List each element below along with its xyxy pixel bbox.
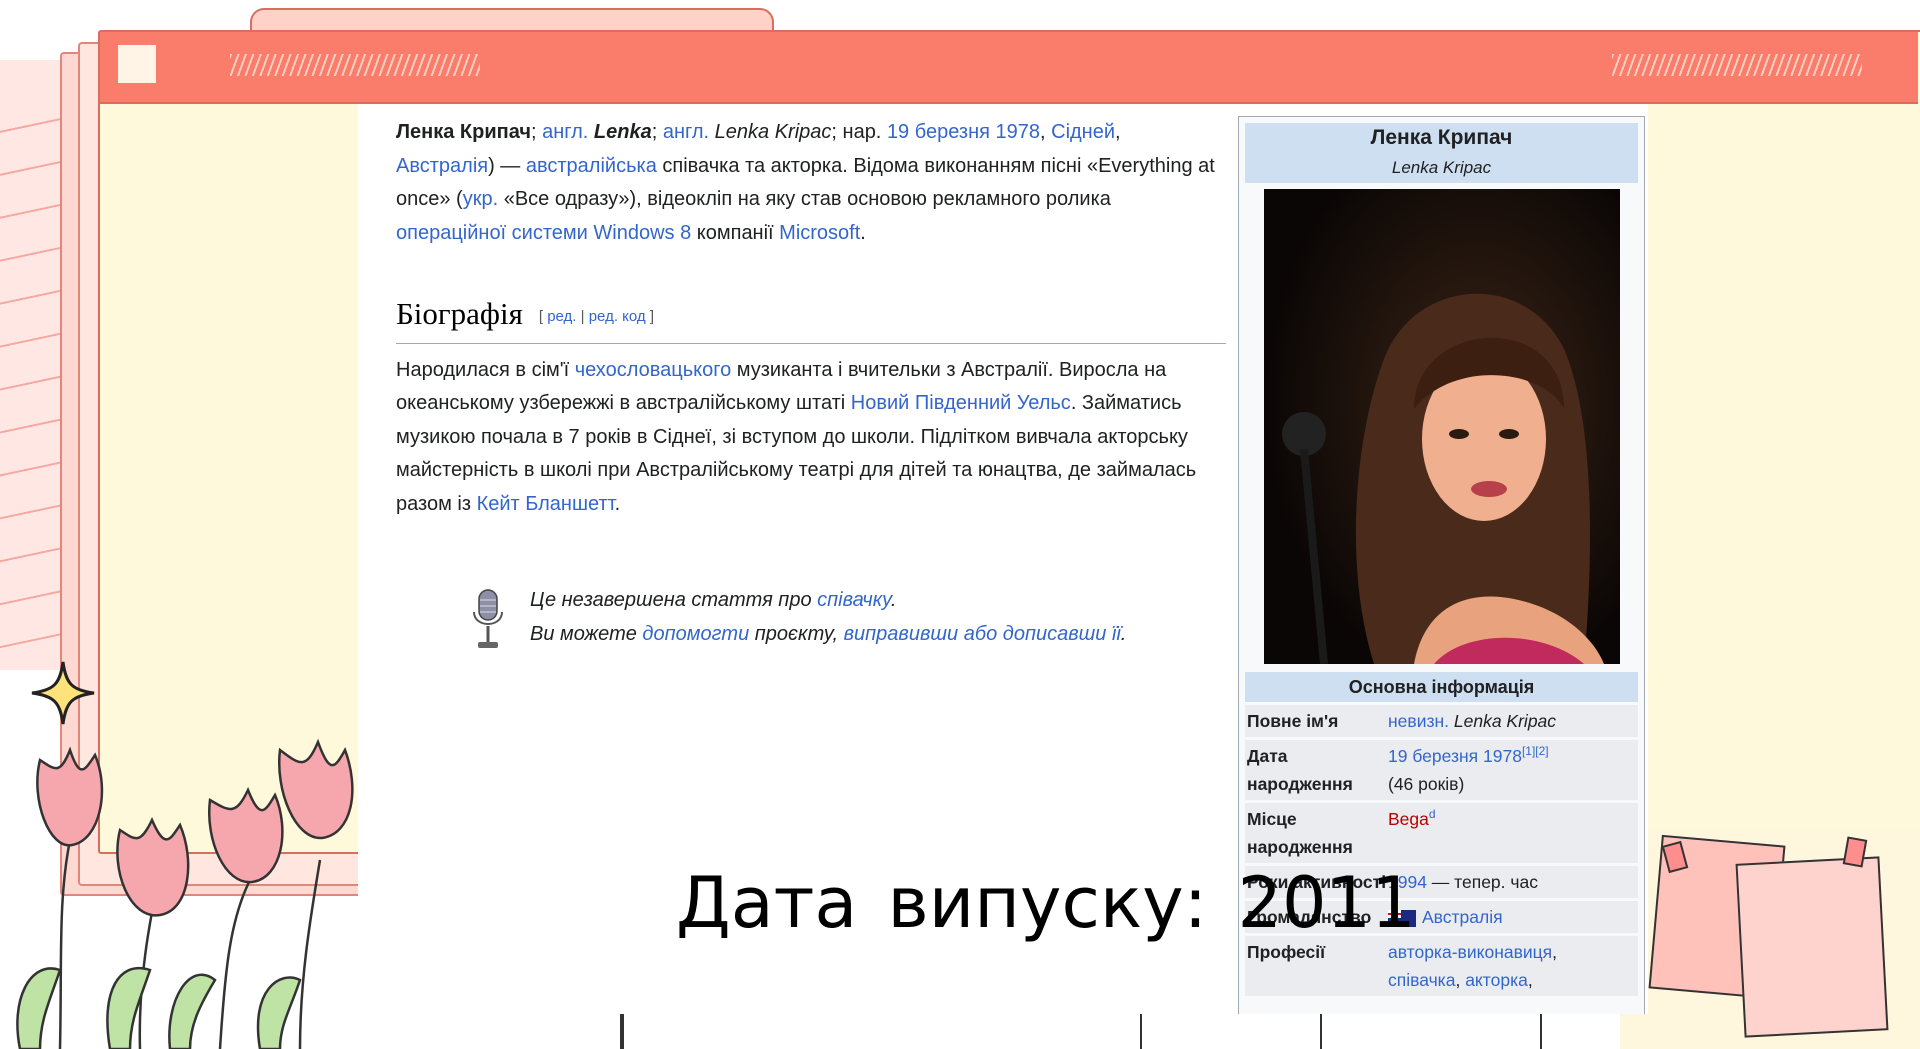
text: . (890, 589, 897, 611)
text: | (576, 307, 589, 325)
text: , (1527, 970, 1533, 990)
infobox-row-full-name: Повне ім'я невизн. Lenka Kripac (1245, 705, 1638, 737)
row-label: Місце народження (1247, 809, 1353, 857)
deco-line-1 (1140, 1010, 1142, 1049)
text: . (614, 492, 621, 515)
text: ; (651, 121, 663, 143)
text: , (1455, 970, 1466, 990)
heading-text: Біографія (396, 296, 523, 331)
stub-line-1: Це незавершена стаття про співачку. (530, 584, 1230, 618)
text: , (1115, 121, 1121, 143)
microsoft-link[interactable]: Microsoft (779, 222, 860, 244)
deco-line-4 (620, 1014, 624, 1049)
lang-english-link[interactable]: англ. (542, 121, 588, 143)
infobox-row-birth-date: Дата народження 19 березня 1978[1][2] (46… (1245, 740, 1638, 800)
edit-links: [ ред. | ред. код ] (539, 308, 654, 325)
text: ) — (488, 154, 526, 177)
article-body: Ленка Крипач; англ. Lenka; англ. Lenka K… (396, 116, 1226, 521)
text: , (1040, 121, 1052, 143)
row-value: Австралія (1388, 901, 1638, 933)
deco-line-2 (1320, 1010, 1322, 1049)
edit-link[interactable]: ред. (547, 308, 576, 325)
australian-link[interactable]: австралійська (526, 155, 657, 177)
sparkle-icon (31, 661, 95, 725)
singer-link[interactable]: співачку (817, 589, 891, 611)
text: ; (530, 121, 543, 143)
row-value: 1994 — тепер. час (1388, 866, 1638, 898)
text: Lenka Kripac (1449, 711, 1557, 731)
sticky-note-2 (1735, 856, 1889, 1038)
hatch-decoration-left (230, 54, 480, 76)
text: ] (645, 307, 655, 325)
reference-links[interactable]: [1][2] (1522, 744, 1549, 758)
deco-line-3 (1540, 1010, 1542, 1049)
infobox-subtitle: Lenka Kripac (1245, 153, 1638, 183)
lead-paragraph: Ленка Крипач; англ. Lenka; англ. Lenka K… (396, 116, 1226, 250)
row-value: Begad (1388, 803, 1638, 863)
hatch-decoration-right (1612, 54, 1862, 76)
text: , (1552, 942, 1558, 962)
microphone-icon (473, 589, 503, 648)
row-value: 19 березня 1978[1][2] (46 років) (1388, 740, 1638, 800)
infobox-section-header: Основна інформація (1245, 672, 1638, 702)
text: Народилася в сім'ї (396, 358, 575, 381)
row-value: авторка-виконавиця, співачка, акторка, (1388, 936, 1638, 996)
text: проєкту, (749, 622, 844, 645)
row-value: невизн. Lenka Kripac (1388, 705, 1638, 737)
subject-name: Ленка Крипач (396, 121, 531, 143)
text: компанії (691, 221, 780, 244)
text: Ви можете (530, 622, 643, 645)
square-icon (118, 45, 156, 83)
text: — тепер. час (1426, 872, 1538, 892)
stub-text: Це незавершена стаття про співачку. Ви м… (530, 584, 1230, 651)
full-name-english: Lenka Kripac (714, 121, 832, 143)
wikidata-link[interactable]: d (1429, 807, 1436, 821)
windows-8-link[interactable]: операційної системи Windows 8 (396, 222, 691, 244)
text: ; нар. (831, 121, 887, 143)
release-date-caption: Дата випуску: 2011 (676, 862, 1416, 944)
edit-article-link[interactable]: виправивши або дописавши її (844, 623, 1121, 645)
name-english: Lenka (593, 121, 652, 143)
text: Це незавершена стаття про (530, 589, 818, 611)
edit-source-link[interactable]: ред. код (589, 308, 646, 325)
birth-date-link[interactable]: 19 березня 1978 (887, 121, 1040, 143)
cate-blanchett-link[interactable]: Кейт Бланшетт (477, 493, 615, 515)
text: [ (538, 307, 548, 325)
help-link[interactable]: допомогти (642, 623, 749, 645)
czechoslovak-link[interactable]: чехословацького (575, 359, 732, 381)
new-south-wales-link[interactable]: Новий Південний Уельс (851, 392, 1071, 414)
infobox-title: Ленка Крипач (1245, 123, 1638, 153)
age: (46 років) (1388, 774, 1465, 794)
bega-link[interactable]: Bega (1388, 809, 1429, 829)
infobox-row-birth-place: Місце народження Begad (1245, 803, 1638, 863)
row-label: Дата народження (1247, 746, 1353, 794)
stub-line-2: Ви можете допомогти проєкту, виправивши … (530, 618, 1230, 652)
lang-ukrainian-link[interactable]: укр. (463, 188, 498, 210)
sydney-link[interactable]: Сідней (1051, 121, 1115, 143)
row-label: Повне ім'я (1247, 711, 1339, 731)
profession-link[interactable]: співачка (1388, 970, 1455, 990)
biography-heading: Біографія [ ред. | ред. код ] (396, 292, 1226, 344)
birth-date-value-link[interactable]: 19 березня 1978 (1388, 746, 1522, 766)
citizenship-link[interactable]: Австралія (1422, 907, 1503, 927)
tulip-flowers-icon (16, 738, 354, 1049)
biography-paragraph: Народилася в сім'ї чехословацького музик… (396, 354, 1226, 522)
profession-link[interactable]: акторка (1465, 970, 1528, 990)
lang-english-link-2[interactable]: англ. (663, 121, 709, 143)
text: «Все одразу»), відеокліп на яку став осн… (498, 188, 1111, 210)
portrait-photo[interactable] (1263, 189, 1620, 664)
australia-link[interactable]: Австралія (396, 155, 488, 177)
portrait-illustration (1263, 189, 1620, 664)
text: . (860, 221, 866, 244)
unknown-language-link[interactable]: невизн. (1388, 711, 1449, 731)
text: . (1120, 622, 1127, 645)
window-titlebar (100, 32, 1918, 104)
